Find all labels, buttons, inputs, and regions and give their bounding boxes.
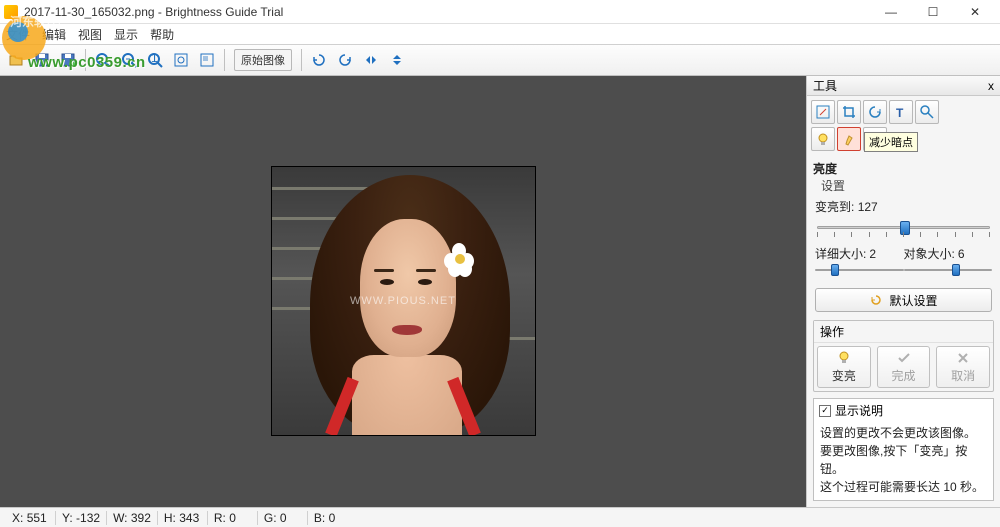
toolbar: 1 原始图像 xyxy=(0,44,1000,76)
center-watermark: WWW.PIOUS.NET xyxy=(350,295,456,307)
titlebar: 2017-11-30_165032.png - Brightness Guide… xyxy=(0,0,1000,24)
panel-title-label: 工具 xyxy=(813,77,837,94)
zoom-actual-icon[interactable]: 1 xyxy=(143,48,167,72)
zoom-in-icon[interactable] xyxy=(91,48,115,72)
status-x: X: 551 xyxy=(6,511,56,525)
settings-label: 设置 xyxy=(807,177,1000,196)
menu-view[interactable]: 视图 xyxy=(78,26,102,43)
statusbar: X: 551 Y: -132 W: 392 H: 343 R: 0 G: 0 B… xyxy=(0,507,1000,527)
status-y: Y: -132 xyxy=(56,511,107,525)
show-description-toggle[interactable]: ✓ 显示说明 xyxy=(814,399,993,422)
op-cancel-button[interactable]: 取消 xyxy=(936,346,990,388)
tool-rotate-icon[interactable] xyxy=(863,100,887,124)
tool-bulb-icon[interactable] xyxy=(811,127,835,151)
zoom-fit-icon[interactable] xyxy=(169,48,193,72)
bulb-icon xyxy=(836,350,852,366)
open-icon[interactable] xyxy=(4,48,28,72)
object-size-slider[interactable] xyxy=(904,264,993,278)
brightness-section-label: 亮度 xyxy=(807,158,1000,177)
svg-text:1: 1 xyxy=(151,52,158,65)
panel-close-icon[interactable]: x xyxy=(988,79,994,93)
cancel-icon xyxy=(955,350,971,366)
tool-resize-icon[interactable] xyxy=(811,100,835,124)
flip-v-icon[interactable] xyxy=(385,48,409,72)
checkbox-icon: ✓ xyxy=(819,405,831,417)
save-icon[interactable] xyxy=(30,48,54,72)
minimize-button[interactable]: — xyxy=(870,0,912,24)
tool-text-icon[interactable]: T xyxy=(889,100,913,124)
description-text: 设置的更改不会更改该图像。 要更改图像,按下「变亮」按钮。 这个过程可能需要长达… xyxy=(814,422,993,502)
status-r: R: 0 xyxy=(208,511,258,525)
menu-show[interactable]: 显示 xyxy=(114,26,138,43)
close-button[interactable]: ✕ xyxy=(954,0,996,24)
flower-decoration xyxy=(444,243,476,275)
menubar: 河东软件园 www.pc0359.cn 文件 编辑 视图 显示 帮助 xyxy=(0,24,1000,44)
tool-reduce-dark-icon[interactable]: 减少暗点 xyxy=(837,127,861,151)
menu-edit[interactable]: 编辑 xyxy=(42,26,66,43)
tool-tooltip: 减少暗点 xyxy=(864,132,918,152)
tool-lighten-icon[interactable] xyxy=(915,100,939,124)
tools-panel: 工具 x T 减少暗点 xyxy=(806,76,1000,507)
brighten-slider[interactable] xyxy=(817,219,990,237)
photo-preview: WWW.PIOUS.NET xyxy=(271,166,536,436)
flip-h-icon[interactable] xyxy=(359,48,383,72)
tool-crop-icon[interactable] xyxy=(837,100,861,124)
zoom-out-icon[interactable] xyxy=(117,48,141,72)
status-w: W: 392 xyxy=(107,511,158,525)
object-size-label: 对象大小: 6 xyxy=(904,245,993,262)
op-brighten-button[interactable]: 变亮 xyxy=(817,346,871,388)
status-g: G: 0 xyxy=(258,511,308,525)
ops-section-label: 操作 xyxy=(814,321,993,343)
detail-size-slider[interactable] xyxy=(815,264,904,278)
brighten-to-row: 变亮到: 127 xyxy=(807,196,1000,217)
app-icon xyxy=(4,5,18,19)
window-title: 2017-11-30_165032.png - Brightness Guide… xyxy=(24,5,870,19)
rotate-ccw-icon[interactable] xyxy=(307,48,331,72)
panel-titlebar: 工具 x xyxy=(807,76,1000,96)
svg-text:T: T xyxy=(896,106,904,120)
status-b: B: 0 xyxy=(308,511,358,525)
menu-file[interactable]: 文件 xyxy=(6,26,30,43)
default-settings-button[interactable]: 默认设置 xyxy=(815,288,992,312)
maximize-button[interactable]: ☐ xyxy=(912,0,954,24)
check-icon xyxy=(896,350,912,366)
status-h: H: 343 xyxy=(158,511,208,525)
original-image-button[interactable]: 原始图像 xyxy=(234,49,292,71)
menu-help[interactable]: 帮助 xyxy=(150,26,174,43)
detail-size-label: 详细大小: 2 xyxy=(815,245,904,262)
image-canvas[interactable]: WWW.PIOUS.NET xyxy=(0,76,806,507)
nav-icon[interactable] xyxy=(195,48,219,72)
saveas-icon[interactable] xyxy=(56,48,80,72)
rotate-cw-icon[interactable] xyxy=(333,48,357,72)
undo-icon xyxy=(869,293,883,307)
op-done-button[interactable]: 完成 xyxy=(877,346,931,388)
